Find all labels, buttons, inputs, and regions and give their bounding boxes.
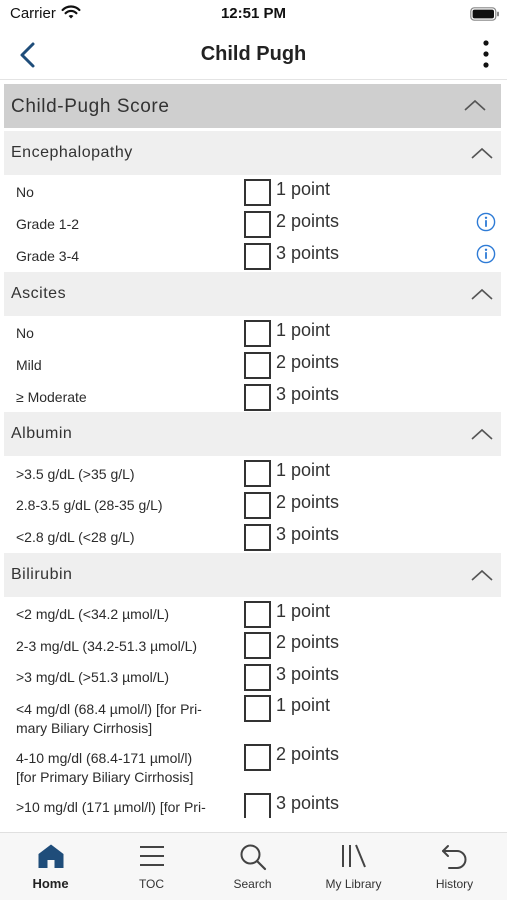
points-label: 2 points	[276, 632, 340, 652]
checkbox-ascites-no[interactable]	[244, 320, 271, 347]
section-title: Albumin	[11, 425, 73, 442]
tab-label: Home	[32, 876, 69, 891]
checkbox-bilirubin-pbc-lt4[interactable]	[244, 695, 271, 722]
tab-toc[interactable]: TOC	[101, 833, 202, 900]
score-title: Child-Pugh Score	[11, 96, 170, 117]
points-label: 3 points	[276, 384, 340, 404]
option-label: >10 mg/dl (171 µmol/l) [for Pri-	[16, 799, 206, 815]
info-icon[interactable]	[476, 212, 496, 232]
tab-label: Search	[233, 877, 272, 891]
option-label: Grade 1-2	[16, 216, 80, 232]
score-header[interactable]: Child-Pugh Score	[4, 84, 501, 128]
checkbox-bilirubin-lt2[interactable]	[244, 601, 271, 628]
option-label: 2-3 mg/dL (34.2-51.3 µmol/L)	[16, 638, 198, 654]
tab-label: My Library	[325, 877, 382, 891]
section-header-encephalopathy[interactable]: Encephalopathy	[4, 131, 501, 175]
points-label: 1 point	[276, 460, 331, 480]
tab-label: History	[435, 877, 474, 891]
option-label: 4-10 mg/dl (68.4-171 µmol/l)	[16, 750, 193, 766]
tab-search[interactable]: Search	[202, 833, 303, 900]
points-label: 3 points	[276, 664, 340, 684]
tab-history[interactable]: History	[404, 833, 505, 900]
checkbox-ascites-mild[interactable]	[244, 352, 271, 379]
checkbox-bilirubin-pbc-4-10[interactable]	[244, 744, 271, 771]
home-icon	[38, 844, 63, 868]
points-label: 2 points	[276, 211, 340, 231]
checkbox-ascites-moderate[interactable]	[244, 384, 271, 411]
option-label: No	[16, 184, 34, 200]
points-label: 1 point	[276, 601, 331, 621]
points-label: 1 point	[276, 695, 331, 715]
chevron-up-icon	[471, 428, 493, 440]
clock: 12:51 PM	[220, 5, 287, 22]
option-label: No	[16, 325, 34, 341]
status-bar: Carrier 12:51 PM	[0, 0, 507, 30]
history-icon	[441, 845, 466, 869]
checkbox-bilirubin-pbc-gt10[interactable]	[244, 793, 271, 818]
chevron-up-icon	[464, 99, 486, 111]
section-header-ascites[interactable]: Ascites	[4, 272, 501, 316]
chevron-up-icon	[471, 288, 493, 300]
checkbox-albumin-mid[interactable]	[244, 492, 271, 519]
checkbox-encephalopathy-grade-1-2[interactable]	[244, 211, 271, 238]
points-label: 1 point	[276, 320, 331, 340]
option-label: Grade 3-4	[16, 248, 80, 264]
option-label: ≥ Moderate	[16, 389, 87, 405]
option-label-line2: [for Primary Biliary Cirrhosis]	[16, 769, 194, 785]
more-vertical-icon	[483, 40, 489, 68]
calculator-content[interactable]: Child-Pugh Score Encephalopathy No 1 poi…	[4, 82, 503, 818]
section-title: Ascites	[11, 285, 67, 302]
section-title: Encephalopathy	[11, 144, 133, 161]
search-icon	[240, 844, 266, 871]
option-label-line2: mary Biliary Cirrhosis]	[16, 720, 153, 736]
chevron-up-icon	[471, 147, 493, 159]
points-label: 3 points	[276, 524, 340, 544]
points-label: 3 points	[276, 793, 340, 813]
option-label: Mild	[16, 357, 42, 373]
page-title: Child Pugh	[200, 43, 307, 65]
checkbox-encephalopathy-no[interactable]	[244, 179, 271, 206]
info-icon[interactable]	[476, 244, 496, 264]
tab-home[interactable]: Home	[0, 833, 101, 900]
section-header-bilirubin[interactable]: Bilirubin	[4, 553, 501, 597]
library-icon	[341, 844, 366, 868]
points-label: 3 points	[276, 243, 340, 263]
section-title: Bilirubin	[11, 566, 73, 583]
more-options-button[interactable]	[474, 38, 498, 70]
chevron-up-icon	[471, 569, 493, 581]
checkbox-albumin-low[interactable]	[244, 524, 271, 551]
points-label: 2 points	[276, 744, 340, 764]
option-label: >3 mg/dL (>51.3 µmol/L)	[16, 669, 170, 685]
tab-my-library[interactable]: My Library	[303, 833, 404, 900]
option-label: <4 mg/dl (68.4 µmol/l) [for Pri-	[16, 701, 202, 717]
points-label: 2 points	[276, 492, 340, 512]
battery-icon	[470, 7, 499, 21]
nav-bar: Child Pugh	[0, 30, 507, 80]
option-label: <2.8 g/dL (<28 g/L)	[16, 529, 135, 545]
tab-bar: Home TOC Search My Library History	[0, 832, 507, 900]
checkbox-encephalopathy-grade-3-4[interactable]	[244, 243, 271, 270]
checkbox-bilirubin-gt3[interactable]	[244, 664, 271, 691]
toc-icon	[139, 846, 164, 866]
checkbox-albumin-high[interactable]	[244, 460, 271, 487]
option-label: <2 mg/dL (<34.2 µmol/L)	[16, 606, 170, 622]
points-label: 2 points	[276, 352, 340, 372]
option-label: >3.5 g/dL (>35 g/L)	[16, 466, 135, 482]
points-label: 1 point	[276, 179, 331, 199]
tab-label: TOC	[138, 877, 165, 891]
option-label: 2.8-3.5 g/dL (28-35 g/L)	[16, 497, 163, 513]
checkbox-bilirubin-2-3[interactable]	[244, 632, 271, 659]
section-header-albumin[interactable]: Albumin	[4, 412, 501, 456]
